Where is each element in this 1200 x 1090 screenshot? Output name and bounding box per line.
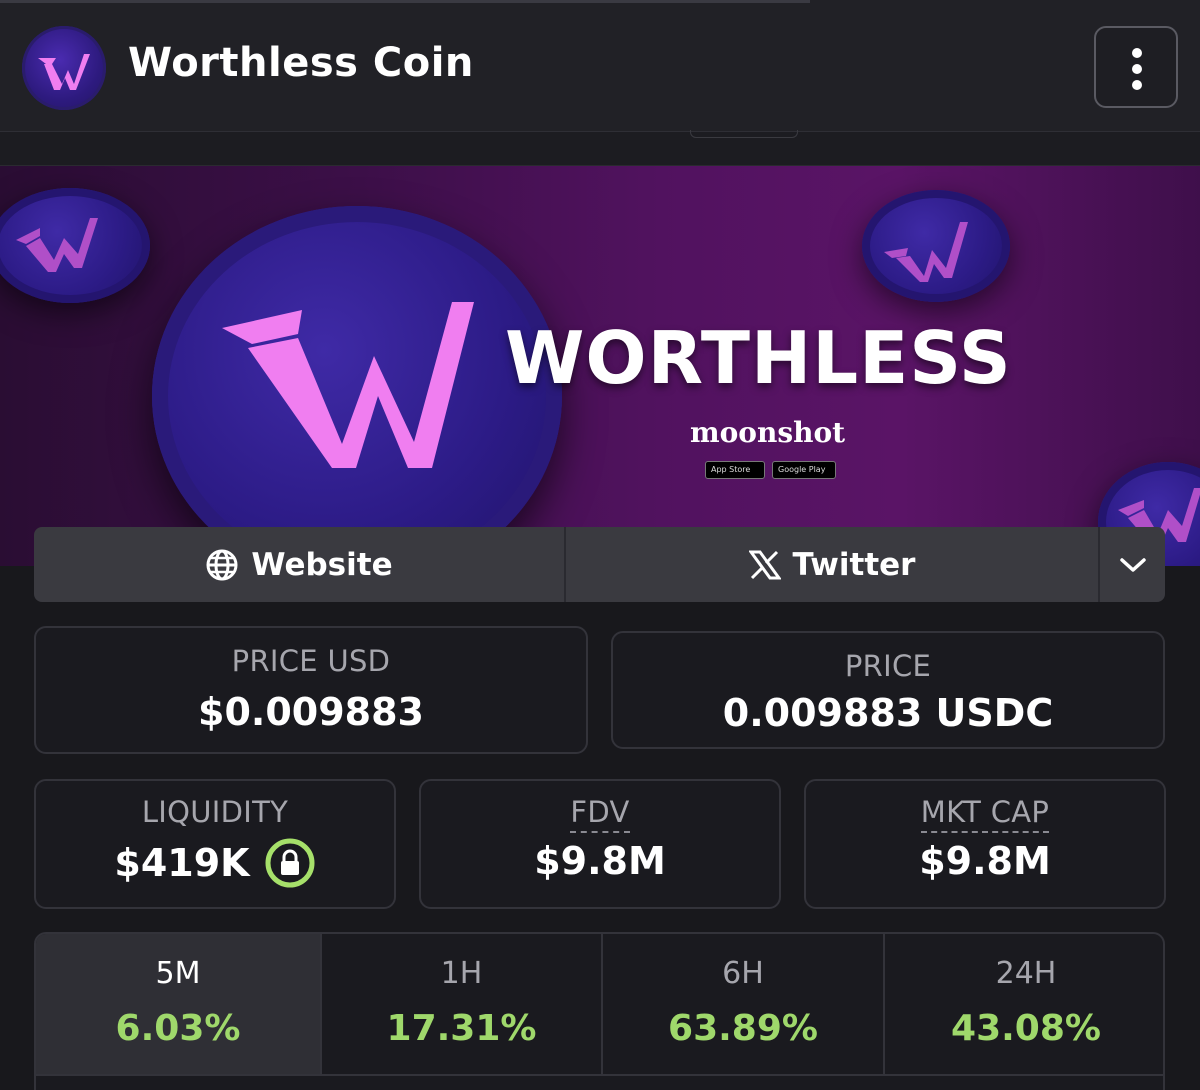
mktcap-label: MKT CAP [920, 795, 1050, 833]
top-progress-line [0, 0, 810, 3]
liquidity-value: $419K [114, 841, 250, 885]
price-usd-card: PRICE USD $0.009883 [34, 626, 588, 754]
x-logo-icon [748, 550, 781, 579]
banner-coin-main [152, 206, 562, 566]
timeframe-tab-6h[interactable]: 6H 63.89% [603, 934, 883, 1074]
worthless-w-logo-icon [16, 218, 98, 272]
timeframe-change: 6.03% [115, 1008, 241, 1049]
social-links-bar: Website Twitter [34, 527, 1165, 602]
mktcap-card[interactable]: MKT CAP $9.8M [804, 779, 1166, 909]
worthless-w-logo-icon [884, 222, 968, 282]
menu-dot [1132, 80, 1142, 90]
globe-icon [206, 549, 238, 580]
fdv-label-wrap: FDV [421, 795, 779, 833]
menu-dot [1132, 64, 1142, 74]
google-play-badge: Google Play [772, 461, 836, 479]
more-links-button[interactable] [1100, 527, 1165, 602]
sub-toolbar [0, 130, 1200, 166]
worthless-w-logo-icon [38, 54, 90, 90]
twitter-button[interactable]: Twitter [566, 527, 1098, 602]
lock-icon[interactable] [264, 837, 316, 889]
timeframe-tab-1h[interactable]: 1H 17.31% [322, 934, 601, 1074]
timeframe-label: 1H [440, 956, 483, 991]
price-change-timeframes: 5M 6.03% 1H 17.31% 6H 63.89% 24H 43.08% [34, 932, 1165, 1090]
timeframe-change: 63.89% [668, 1008, 818, 1049]
price-native-label: PRICE [844, 649, 932, 683]
banner-coin-small-right [862, 190, 1010, 302]
website-button[interactable]: Website [34, 527, 564, 602]
app-header: Worthless Coin [0, 0, 1200, 132]
fdv-label: FDV [570, 795, 630, 833]
website-label: Website [251, 546, 393, 583]
toolbar-tab-ghost [690, 130, 798, 138]
twitter-label: Twitter [792, 546, 916, 583]
token-logo [22, 26, 106, 110]
more-vertical-icon [1132, 48, 1142, 58]
chevron-down-icon [1119, 557, 1146, 572]
page-title: Worthless Coin [128, 40, 474, 86]
timeframe-label: 24H [995, 956, 1057, 991]
liquidity-label: LIQUIDITY [141, 795, 289, 829]
more-menu-button[interactable] [1094, 26, 1178, 108]
liquidity-row: $419K [36, 837, 394, 889]
timeframe-label: 5M [155, 956, 201, 991]
price-usd-value: $0.009883 [198, 690, 424, 734]
worthless-w-logo-icon [222, 302, 474, 468]
app-store-badge: App Store [705, 461, 765, 479]
mktcap-label-wrap: MKT CAP [806, 795, 1164, 833]
timeframe-label: 6H [722, 956, 764, 991]
price-usd-label: PRICE USD [231, 644, 391, 678]
banner-coin-small-left [0, 188, 150, 303]
timeframe-change: 17.31% [386, 1008, 537, 1049]
liquidity-card: LIQUIDITY $419K [34, 779, 396, 909]
timeframe-tab-5m[interactable]: 5M 6.03% [36, 934, 320, 1074]
price-native-value: 0.009883 USDC [722, 691, 1054, 735]
fdv-card[interactable]: FDV $9.8M [419, 779, 781, 909]
banner-brand-text: WORTHLESS [505, 316, 1012, 400]
mktcap-value: $9.8M [919, 839, 1051, 883]
fdv-value: $9.8M [534, 839, 666, 883]
timeframe-tab-24h[interactable]: 24H 43.08% [885, 934, 1163, 1074]
banner-sub-text: moonshot [690, 416, 846, 449]
price-native-card: PRICE 0.009883 USDC [611, 631, 1165, 749]
token-banner: WORTHLESS moonshot App Store Google Play [0, 166, 1200, 566]
divider [36, 1074, 1163, 1076]
timeframe-change: 43.08% [951, 1008, 1101, 1049]
